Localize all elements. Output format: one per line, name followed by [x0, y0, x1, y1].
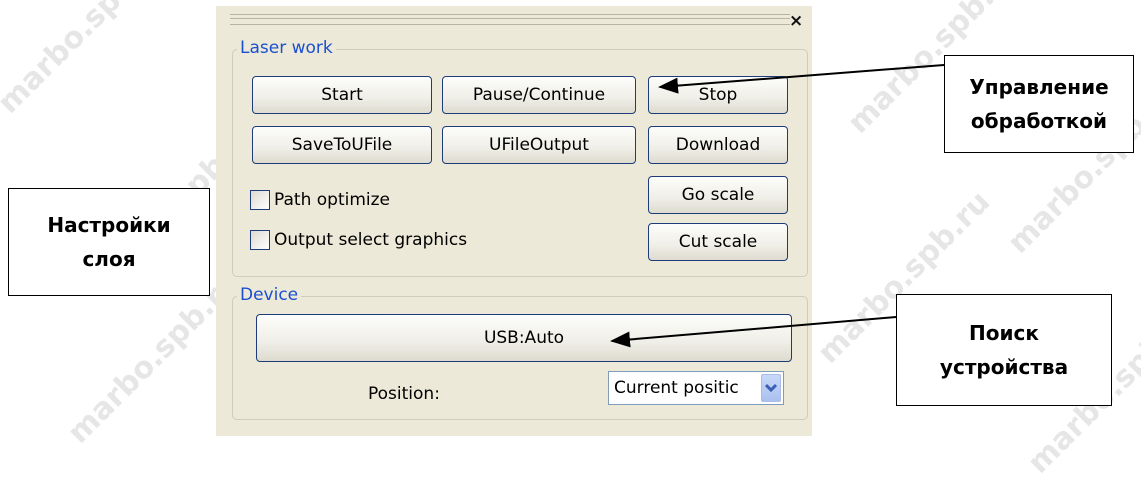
- arrow-to-stop-button: [658, 64, 945, 94]
- arrow-to-usb-button: [610, 316, 897, 348]
- callout-arrows: [610, 64, 945, 348]
